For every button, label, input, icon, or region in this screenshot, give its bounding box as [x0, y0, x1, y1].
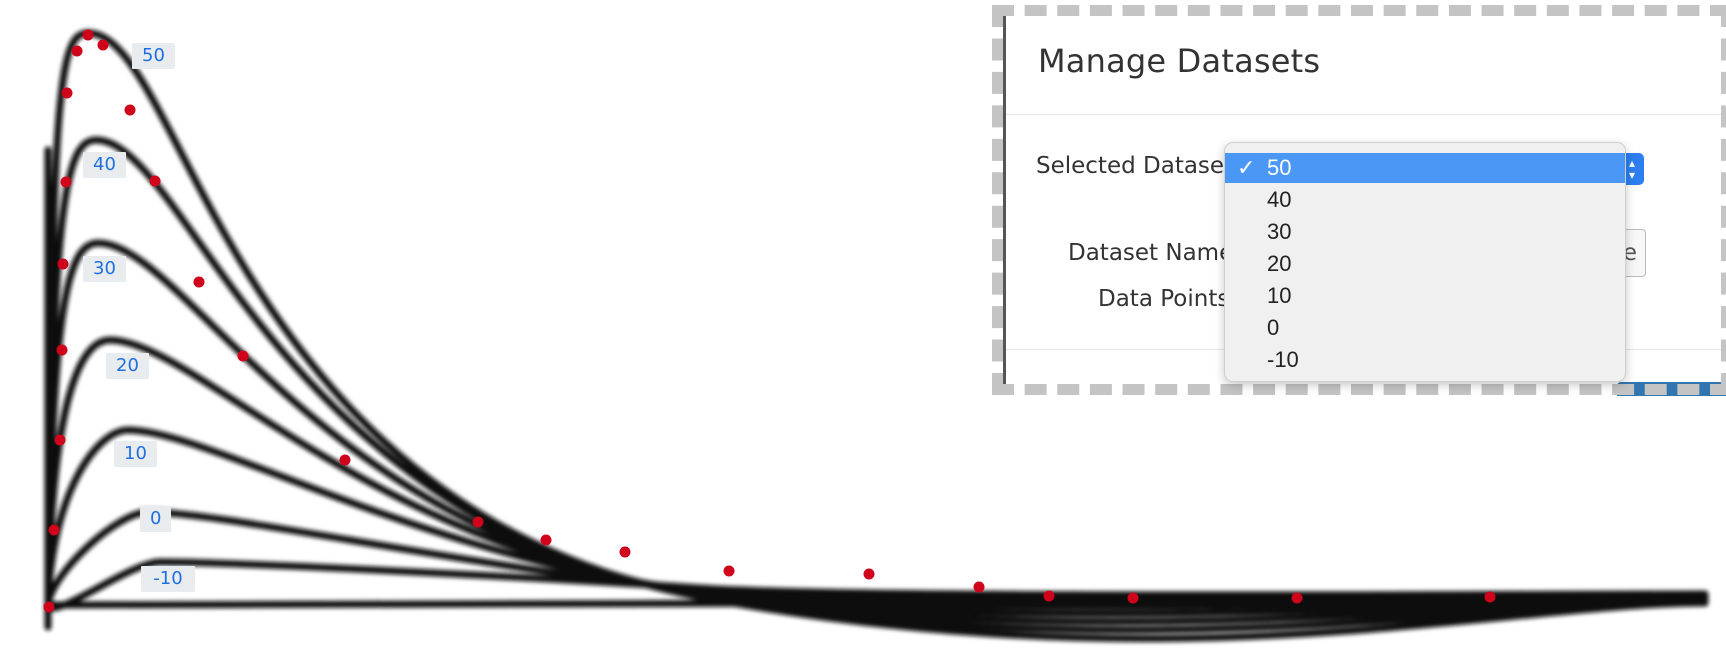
curve-point	[48, 524, 60, 536]
curve-point	[61, 87, 73, 99]
curve-point	[1291, 592, 1303, 604]
dataset-dropdown-list[interactable]: ✓ 50 40 30 20 10 0 -10	[1224, 142, 1626, 382]
curve-label-30: 30	[83, 256, 126, 282]
curve-point	[723, 565, 735, 577]
dropdown-option-0[interactable]: 0	[1225, 313, 1625, 343]
dropdown-option-label: 10	[1267, 283, 1292, 308]
curve-point	[237, 350, 249, 362]
dropdown-option-label: 0	[1267, 315, 1280, 340]
curve-point	[1484, 591, 1496, 603]
curve-point	[619, 546, 631, 558]
dropdown-option-label: 30	[1267, 219, 1292, 244]
curve-label-10: 10	[114, 441, 157, 467]
dropdown-option-label: -10	[1267, 347, 1299, 372]
curve-label-20: 20	[106, 353, 149, 379]
dropdown-option-50[interactable]: ✓ 50	[1225, 153, 1625, 183]
curve-point	[973, 581, 985, 593]
dropdown-option-label: 50	[1267, 155, 1292, 180]
curve-label-40: 40	[83, 152, 126, 178]
curve-point	[60, 176, 72, 188]
curve-point	[43, 601, 55, 613]
curve-point	[56, 344, 68, 356]
curve-point	[149, 175, 161, 187]
curve-point	[863, 568, 875, 580]
checkmark-icon: ✓	[1237, 155, 1256, 180]
curve-point	[193, 276, 205, 288]
curve-label-50: 50	[132, 43, 175, 69]
curve-point	[57, 258, 69, 270]
dropdown-option-10[interactable]: 10	[1225, 281, 1625, 311]
dropdown-option-minus10[interactable]: -10	[1225, 345, 1625, 375]
curve-line	[44, 426, 1709, 610]
curve-point	[472, 516, 484, 528]
curve-point	[339, 454, 351, 466]
dropdown-option-30[interactable]: 30	[1225, 217, 1625, 247]
curve-point	[71, 45, 83, 57]
curve-label-minus10: -10	[141, 566, 195, 592]
dropdown-option-label: 20	[1267, 251, 1292, 276]
curve-point	[124, 104, 136, 116]
dropdown-option-label: 40	[1267, 187, 1292, 212]
dropdown-option-40[interactable]: 40	[1225, 185, 1625, 215]
dropdown-option-20[interactable]: 20	[1225, 249, 1625, 279]
baseline-curve	[44, 597, 1709, 609]
curve-point	[1043, 590, 1055, 602]
curve-point	[1127, 592, 1139, 604]
curve-label-0: 0	[140, 506, 172, 532]
curve-point	[97, 39, 109, 51]
curve-point	[54, 434, 66, 446]
curve-point	[82, 29, 94, 41]
curve-point	[540, 534, 552, 546]
